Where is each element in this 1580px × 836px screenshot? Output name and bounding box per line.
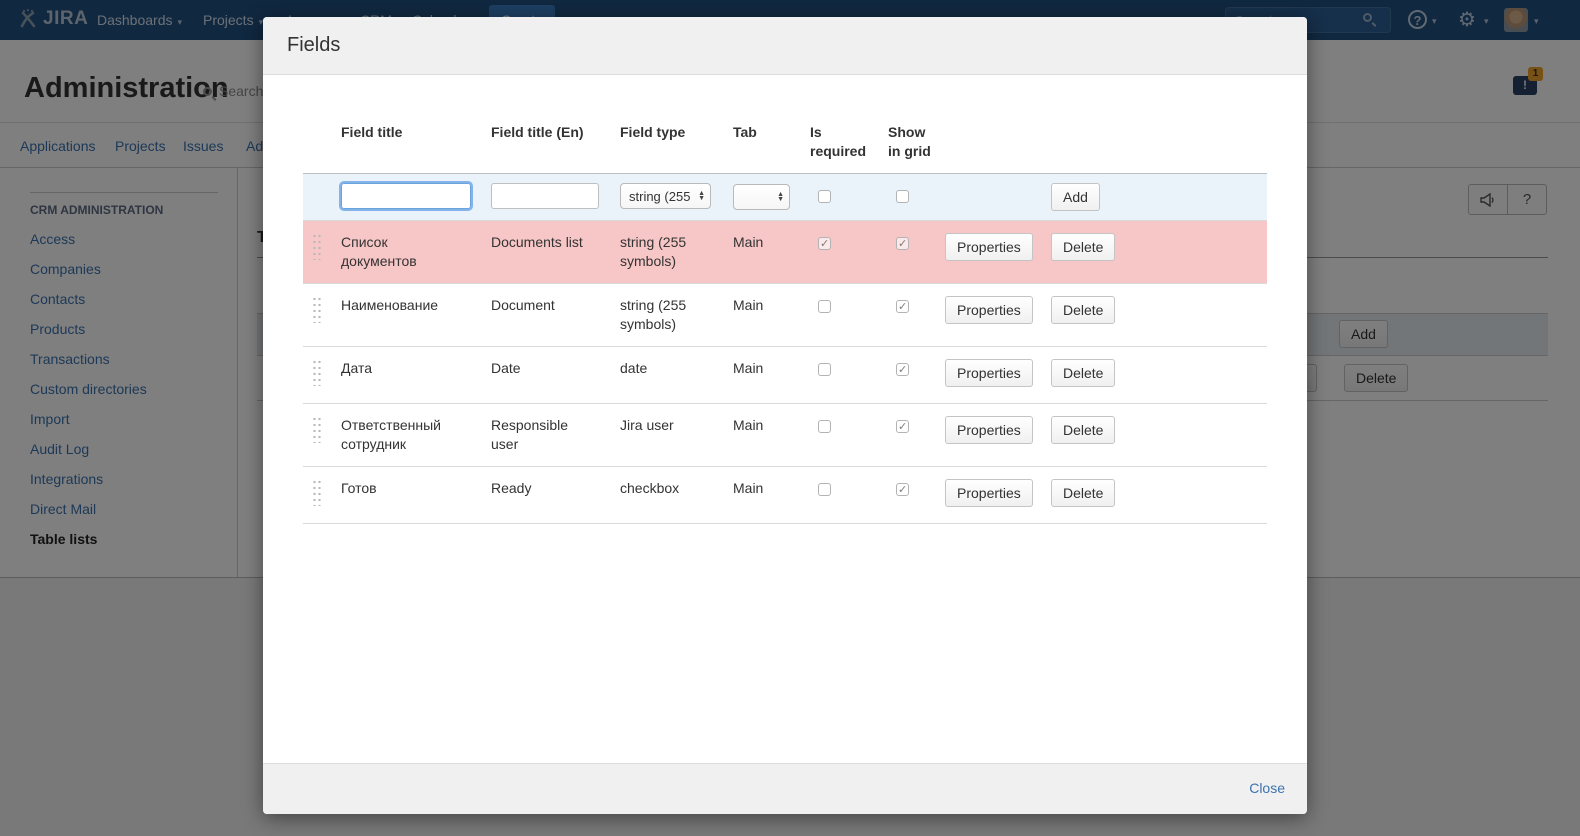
- field-type-cell: Jira user: [620, 404, 733, 467]
- properties-button[interactable]: Properties: [945, 359, 1033, 387]
- field-row: Ответственный сотрудник Responsible user…: [303, 404, 1267, 467]
- table-header-row: Field title Field title (En) Field type …: [303, 111, 1267, 174]
- col-field-title-en: Field title (En): [491, 111, 620, 174]
- field-title-cell: Список документов: [341, 221, 491, 284]
- drag-handle-icon[interactable]: [312, 359, 322, 386]
- field-title-en-cell: Document: [491, 284, 620, 347]
- field-title-cell: Наименование: [341, 284, 491, 347]
- field-title-en-cell: Date: [491, 347, 620, 404]
- field-row: Список документов Documents list string …: [303, 221, 1267, 284]
- select-stepper-icon: ▲▼: [777, 192, 784, 202]
- drag-handle-icon[interactable]: [312, 296, 322, 323]
- field-row: Готов Ready checkbox Main Properties Del…: [303, 467, 1267, 524]
- delete-button[interactable]: Delete: [1051, 359, 1115, 387]
- fields-dialog: Fields Field title Field title (En) Fiel…: [263, 17, 1307, 814]
- new-field-title-en-input[interactable]: [491, 183, 599, 209]
- new-field-row: string (255 ▲▼ ▲▼ Add: [303, 174, 1267, 221]
- field-type-cell: string (255 symbols): [620, 284, 733, 347]
- show-in-grid-checkbox[interactable]: [896, 237, 909, 250]
- field-title-en-cell: Responsible user: [491, 404, 620, 467]
- drag-handle-icon[interactable]: [312, 416, 322, 443]
- show-in-grid-checkbox[interactable]: [896, 420, 909, 433]
- field-type-select[interactable]: string (255 ▲▼: [620, 183, 711, 209]
- field-row: Наименование Document string (255 symbol…: [303, 284, 1267, 347]
- delete-button[interactable]: Delete: [1051, 479, 1115, 507]
- field-type-cell: string (255 symbols): [620, 221, 733, 284]
- field-type-cell: date: [620, 347, 733, 404]
- col-show-in-grid: Show in grid: [888, 111, 945, 174]
- field-title-cell: Готов: [341, 467, 491, 524]
- is-required-checkbox[interactable]: [818, 483, 831, 496]
- properties-button[interactable]: Properties: [945, 233, 1033, 261]
- col-field-title: Field title: [341, 111, 491, 174]
- field-tab-cell: Main: [733, 221, 810, 284]
- add-field-button[interactable]: Add: [1051, 183, 1100, 211]
- field-tab-cell: Main: [733, 347, 810, 404]
- field-title-en-cell: Ready: [491, 467, 620, 524]
- new-field-title-input[interactable]: [341, 183, 471, 209]
- field-tab-cell: Main: [733, 467, 810, 524]
- delete-button[interactable]: Delete: [1051, 233, 1115, 261]
- fields-table: Field title Field title (En) Field type …: [303, 111, 1267, 524]
- close-link[interactable]: Close: [1249, 780, 1285, 796]
- field-type-cell: checkbox: [620, 467, 733, 524]
- is-required-checkbox[interactable]: [818, 237, 831, 250]
- delete-button[interactable]: Delete: [1051, 296, 1115, 324]
- field-title-cell: Дата: [341, 347, 491, 404]
- dialog-title: Fields: [287, 34, 340, 57]
- select-stepper-icon: ▲▼: [698, 191, 705, 201]
- new-show-in-grid-checkbox[interactable]: [896, 190, 909, 203]
- dialog-footer: Close: [263, 763, 1307, 814]
- delete-button[interactable]: Delete: [1051, 416, 1115, 444]
- properties-button[interactable]: Properties: [945, 416, 1033, 444]
- tab-select[interactable]: ▲▼: [733, 184, 790, 210]
- col-tab: Tab: [733, 111, 810, 174]
- show-in-grid-checkbox[interactable]: [896, 483, 909, 496]
- is-required-checkbox[interactable]: [818, 300, 831, 313]
- dialog-header: Fields: [263, 17, 1307, 75]
- col-field-type: Field type: [620, 111, 733, 174]
- drag-handle-icon[interactable]: [312, 233, 322, 260]
- field-title-en-cell: Documents list: [491, 221, 620, 284]
- new-is-required-checkbox[interactable]: [818, 190, 831, 203]
- col-is-required: Is required: [810, 111, 888, 174]
- drag-handle-icon[interactable]: [312, 479, 322, 506]
- field-tab-cell: Main: [733, 404, 810, 467]
- show-in-grid-checkbox[interactable]: [896, 363, 909, 376]
- properties-button[interactable]: Properties: [945, 296, 1033, 324]
- show-in-grid-checkbox[interactable]: [896, 300, 909, 313]
- field-row: Дата Date date Main Properties Delete: [303, 347, 1267, 404]
- properties-button[interactable]: Properties: [945, 479, 1033, 507]
- field-title-cell: Ответственный сотрудник: [341, 404, 491, 467]
- is-required-checkbox[interactable]: [818, 420, 831, 433]
- field-tab-cell: Main: [733, 284, 810, 347]
- is-required-checkbox[interactable]: [818, 363, 831, 376]
